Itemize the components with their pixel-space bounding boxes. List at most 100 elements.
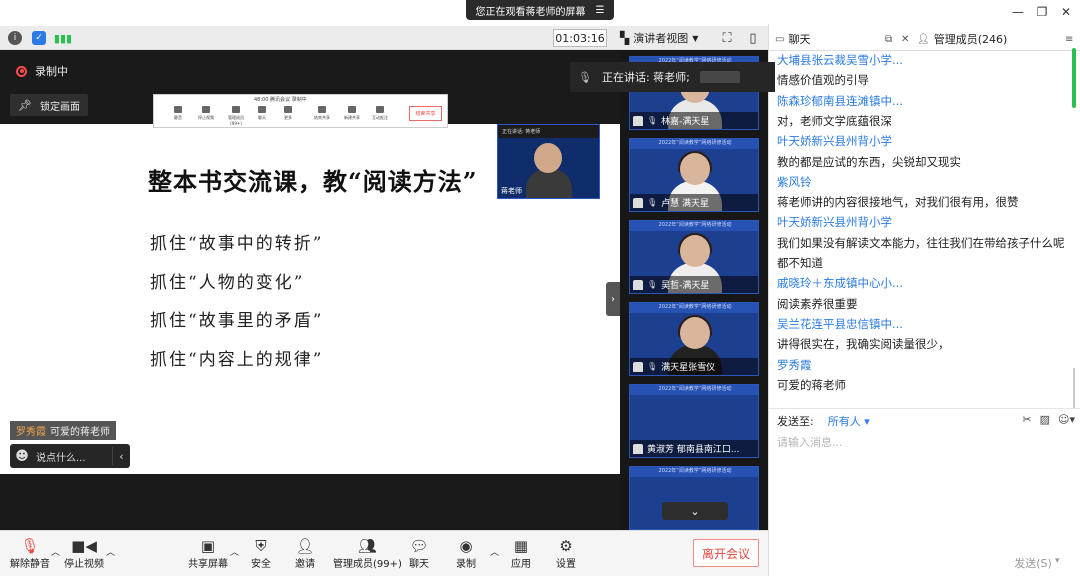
- scroll-thumb[interactable]: [1072, 48, 1076, 108]
- person-icon: [633, 443, 643, 454]
- speaking-avatar-blur: [699, 71, 740, 83]
- mini-end-share: 结束共享: [409, 106, 442, 121]
- caret-up-icon[interactable]: ︿: [106, 545, 115, 558]
- fullscreen-icon[interactable]: ⛶: [720, 31, 734, 46]
- chevron-down-icon: ▼: [692, 33, 699, 43]
- tab-members-label: 管理成员(246): [933, 33, 1008, 46]
- quick-chat-box[interactable]: ☻ 说点什么... ‹: [10, 444, 130, 468]
- security-button[interactable]: ⛨ 安全: [251, 537, 271, 570]
- chat-message-text: 蒋老师讲的内容很接地气，对我们很有用，很赞: [777, 195, 1019, 210]
- chat-sender-name[interactable]: 叶天娇新兴县州背小学: [777, 214, 892, 230]
- mini-item: 聊天: [252, 106, 272, 121]
- popout-icon[interactable]: ⧉: [885, 27, 892, 51]
- invite-button[interactable]: 👤︎ 邀请: [295, 537, 315, 570]
- shield-icon[interactable]: ✓: [32, 31, 46, 45]
- restore-icon[interactable]: ❐: [1032, 4, 1052, 20]
- chat-sender-name[interactable]: 罗秀霞: [777, 357, 812, 373]
- participant-tile[interactable]: 2022年“阅读教学”网络研修活动: [629, 466, 759, 530]
- chat-sender-name[interactable]: 大埔县张云裁吴雪小学...: [777, 52, 903, 68]
- panel-toggle-icon[interactable]: ▯: [746, 31, 760, 46]
- shield-icon: ⛨: [255, 537, 267, 555]
- close-icon[interactable]: ✕: [1056, 4, 1076, 20]
- record-label: 录制: [456, 559, 476, 570]
- mini-item: 静音: [168, 106, 188, 121]
- speaking-label: 正在讲话: 蒋老师;: [601, 71, 690, 84]
- view-mode-button[interactable]: ▚ 演讲者视图 ▼: [620, 29, 698, 47]
- record-dot-icon: [16, 65, 27, 77]
- chat-scrollbar[interactable]: [1072, 48, 1078, 408]
- tile-banner: 2022年“阅读教学”网络研修活动: [630, 139, 758, 149]
- tile-name-bar: 🎙︎ 吴哲-满天星: [630, 276, 758, 293]
- person-icon: [633, 279, 643, 290]
- slide-bullet: 抓住“人物的变化”: [150, 273, 305, 293]
- meeting-toolbar: 🎙︎ 解除静音 ︿ ■◀ 停止视频 ︿ ▣ 共享屏幕 ︿ ⛨ 安全 👤︎ 邀请 …: [0, 530, 768, 576]
- apps-label: 应用: [511, 559, 531, 570]
- members-button[interactable]: 👥︎ 管理成员(99+): [333, 537, 402, 570]
- chat-sender-name[interactable]: 陈森珍郁南县连滩镇中...: [777, 93, 903, 109]
- send-options-caret-icon[interactable]: ▾: [1055, 556, 1060, 566]
- mini-item: 更多: [278, 106, 298, 121]
- leave-meeting-button[interactable]: 离开会议: [693, 539, 759, 567]
- teacher-face: [534, 143, 562, 173]
- tab-chat[interactable]: ▭ 聊天: [775, 27, 810, 51]
- person-icon: [633, 115, 643, 126]
- quick-chat-placeholder[interactable]: 说点什么...: [34, 449, 112, 464]
- teacher-video-name: 蒋老师: [501, 187, 522, 195]
- minimize-icon[interactable]: —: [1008, 4, 1028, 20]
- info-icon[interactable]: i: [8, 31, 22, 45]
- tile-name-bar: 黄淑芳 郁南县南江口...: [630, 440, 758, 457]
- lock-screen-button[interactable]: 📌︎ 锁定画面: [10, 94, 88, 116]
- close-chat-icon[interactable]: ✕: [901, 27, 909, 51]
- image-icon[interactable]: ▨: [1040, 413, 1050, 426]
- tab-members[interactable]: 👤︎ 管理成员(246): [917, 27, 1007, 51]
- view-mode-label: 演讲者视图: [633, 32, 689, 45]
- chat-toast[interactable]: 罗秀霞 可爱的蒋老师: [10, 421, 116, 440]
- chevron-down-icon[interactable]: ⌄: [662, 502, 728, 520]
- share-banner-text: 您正在观看蒋老师的屏幕: [475, 6, 586, 18]
- recipient-select[interactable]: 所有人 ▾: [828, 413, 870, 429]
- mic-muted-icon: 🎙︎: [578, 70, 592, 84]
- chat-sender-name[interactable]: 叶天娇新兴县州背小学: [777, 133, 892, 149]
- add-person-icon: 👤︎: [295, 537, 315, 555]
- send-to-label: 发送至:: [777, 414, 814, 428]
- mini-toolbar-status: 48:00 腾讯会议 录制中: [254, 97, 307, 103]
- participant-tile[interactable]: 2022年“阅读教学”网络研修活动 🎙︎ 满天星张雪仪: [629, 302, 759, 376]
- apps-button[interactable]: ▦ 应用: [511, 537, 531, 570]
- chat-sender-name[interactable]: 戚晓玲＋东成镇中心小...: [777, 275, 903, 291]
- mention-icon[interactable]: ☺▾: [1058, 413, 1075, 426]
- teacher-video[interactable]: 正在讲话: 蒋老师 蒋老师: [497, 124, 600, 199]
- chat-message-text: 讲得很实在，我确实阅读量很少，: [777, 337, 950, 352]
- participant-tile[interactable]: 2022年“阅读教学”网络研修活动 🎙︎ 卢慧 满天星: [629, 138, 759, 212]
- participant-tile[interactable]: 2022年“阅读教学”网络研修活动 🎙︎ 吴哲-满天星: [629, 220, 759, 294]
- collapse-strip-handle[interactable]: ›: [606, 282, 620, 316]
- chat-bubble-icon: ▭: [775, 33, 785, 45]
- record-button[interactable]: ◉ 录制: [456, 537, 476, 570]
- chat-sender-name[interactable]: 吴兰花连平县忠信镇中...: [777, 316, 903, 332]
- compose-tools: ✂ ▨ ☺▾: [1022, 413, 1075, 426]
- caret-up-icon[interactable]: ︿: [490, 545, 499, 558]
- chat-button[interactable]: 💬︎ 聊天: [409, 537, 429, 570]
- menu-lines-icon[interactable]: ☰: [596, 5, 605, 16]
- unmute-label: 解除静音: [10, 559, 50, 570]
- chat-bubble-icon: 💬︎: [409, 537, 429, 555]
- emoji-icon[interactable]: ☻: [10, 444, 34, 468]
- participant-tile[interactable]: 2022年“阅读教学”网络研修活动 黄淑芳 郁南县南江口...: [629, 384, 759, 458]
- unmute-button[interactable]: 🎙︎ 解除静音: [10, 537, 50, 570]
- chevron-left-icon[interactable]: ‹: [112, 447, 130, 465]
- settings-button[interactable]: ⚙ 设置: [556, 537, 576, 570]
- message-input[interactable]: 请输入消息...: [777, 434, 1072, 534]
- people-icon: 👥︎: [357, 537, 377, 555]
- tile-banner: 2022年“阅读教学”网络研修活动: [630, 467, 758, 477]
- tile-name-bar: 🎙︎ 林嘉-满天星: [630, 112, 758, 129]
- caret-up-icon[interactable]: ︿: [230, 545, 239, 558]
- toast-message: 可爱的蒋老师: [50, 427, 110, 438]
- chat-message-text: 都不知道: [777, 256, 823, 270]
- screenshot-icon[interactable]: ✂: [1022, 413, 1031, 426]
- signal-icon[interactable]: ▮▮▮: [54, 31, 72, 45]
- chat-message-text: 我们如果没有解读文本能力，往往我们在带给孩子什么呢: [777, 235, 1065, 250]
- caret-up-icon[interactable]: ︿: [51, 545, 60, 558]
- send-button[interactable]: 发送(S): [1013, 554, 1053, 572]
- chat-sender-name[interactable]: 紫风铃: [777, 174, 812, 190]
- stop-video-button[interactable]: ■◀ 停止视频: [64, 537, 104, 570]
- share-screen-button[interactable]: ▣ 共享屏幕: [188, 537, 228, 570]
